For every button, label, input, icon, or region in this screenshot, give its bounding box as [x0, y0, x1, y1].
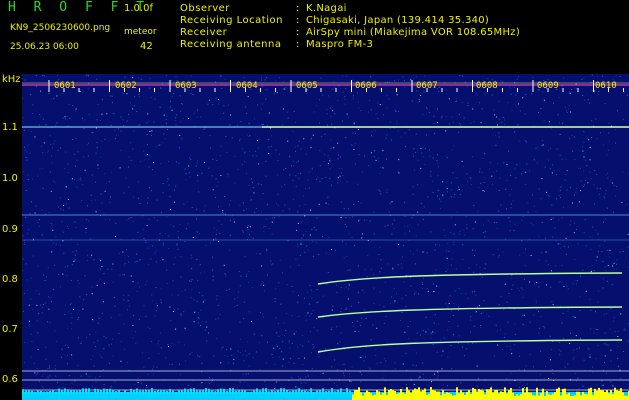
- separator: :: [296, 15, 300, 26]
- observer-value: K.Nagai: [306, 3, 347, 14]
- date-time: 25.06.23 06:00: [10, 42, 79, 52]
- time-label: 0609: [537, 81, 559, 91]
- y-tick-label: 0.6: [2, 374, 18, 385]
- version-label: 1.0.0f: [124, 3, 153, 14]
- receiver-value: AirSpy mini (Miakejima VOR 108.65MHz): [306, 27, 521, 38]
- y-tick-label: 1.1: [2, 122, 18, 133]
- time-label: 0601: [54, 81, 76, 91]
- observer-label: Observer: [180, 3, 230, 14]
- antenna-value: Maspro FM-3: [306, 39, 374, 50]
- axis-unit: kHz: [2, 74, 21, 85]
- time-label: 0605: [296, 81, 318, 91]
- receiver-label: Receiver: [180, 27, 228, 38]
- y-tick-label: 0.9: [2, 224, 18, 235]
- time-label: 0602: [115, 81, 137, 91]
- time-label: 0607: [416, 81, 438, 91]
- header-panel: H R O F F T 1.0.0f KN9_2506230600.png me…: [0, 0, 629, 74]
- y-tick-label: 0.7: [2, 324, 18, 335]
- time-label: 0603: [175, 81, 197, 91]
- y-tick-label: 0.8: [2, 274, 18, 285]
- spectrogram: [22, 74, 629, 400]
- location-value: Chigasaki, Japan (139.414 35.340): [306, 15, 490, 26]
- hrofft-window: H R O F F T 1.0.0f KN9_2506230600.png me…: [0, 0, 629, 400]
- separator: :: [296, 3, 300, 14]
- antenna-label: Receiving antenna: [180, 39, 282, 50]
- location-label: Receiving Location: [180, 15, 283, 26]
- time-label: 0606: [355, 81, 377, 91]
- y-tick-label: 1.0: [2, 173, 18, 184]
- meteor-label: meteor: [124, 27, 157, 37]
- time-label: 0604: [236, 81, 258, 91]
- time-label: 0608: [476, 81, 498, 91]
- separator: :: [296, 27, 300, 38]
- meteor-count: 42: [140, 41, 153, 52]
- time-label: 0610: [595, 81, 617, 91]
- file-name: KN9_2506230600.png: [10, 23, 111, 33]
- separator: :: [296, 39, 300, 50]
